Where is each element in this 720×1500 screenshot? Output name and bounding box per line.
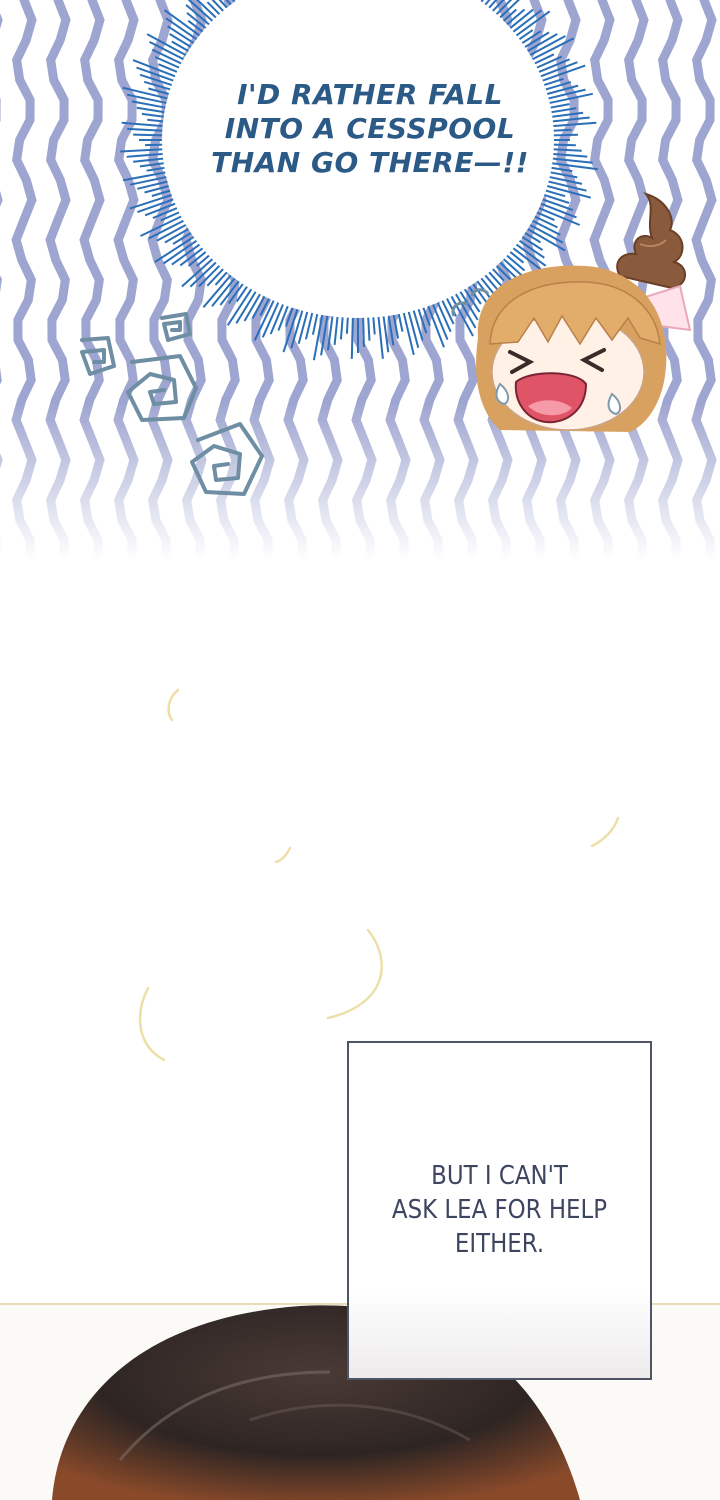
narration-text: BUT I CAN'T ASK LEA FOR HELP EITHER. [391,1161,608,1259]
caption-fade [349,1288,650,1378]
narration-box: BUT I CAN'T ASK LEA FOR HELP EITHER. [347,1041,652,1380]
comic-page: I'D RATHER FALL INTO A CESSPOOL THAN GO … [0,0,720,1500]
